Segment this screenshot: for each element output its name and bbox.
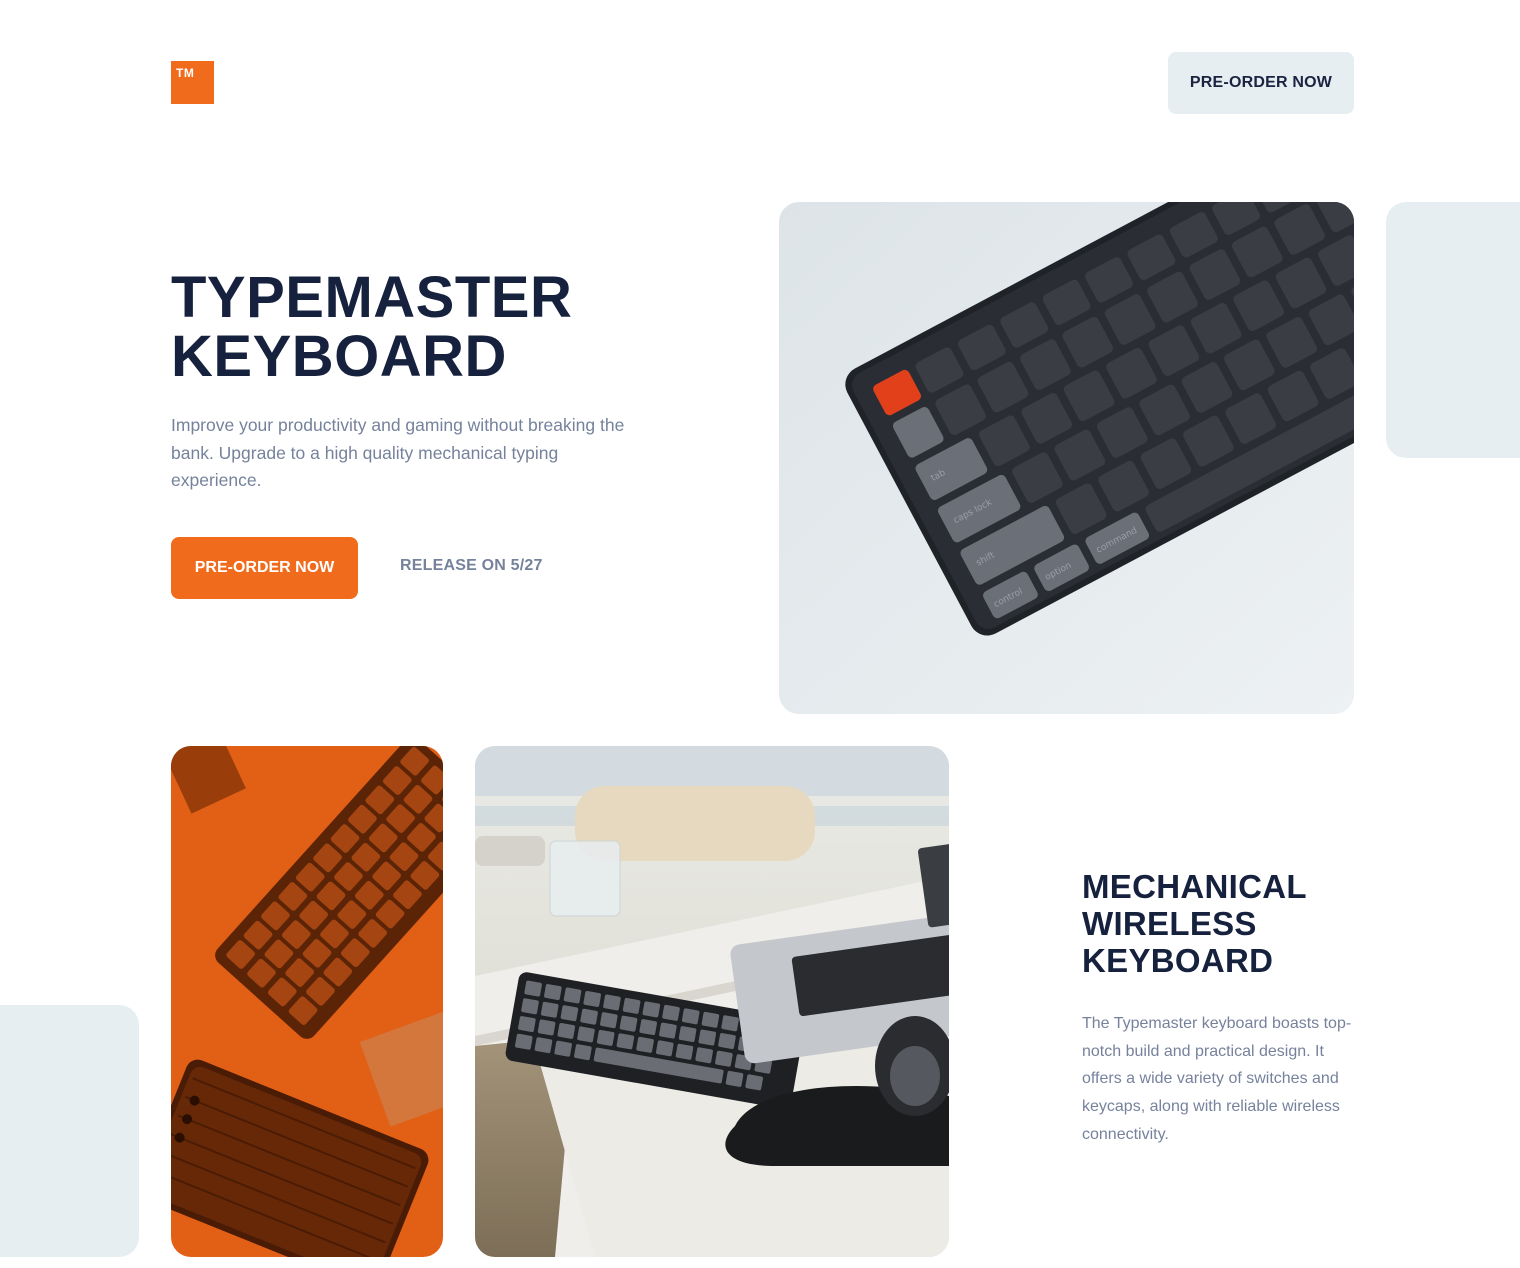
hero-preorder-button[interactable]: PRE-ORDER NOW (171, 537, 358, 599)
decorative-panel-right (1386, 202, 1520, 458)
decorative-panel-left (0, 1005, 139, 1257)
logo-text: TM (176, 66, 195, 80)
feature-title: MECHANICAL WIRELESS KEYBOARD (1082, 868, 1362, 979)
feature-title-line1: MECHANICAL (1082, 868, 1307, 905)
brand-logo[interactable]: TM (171, 61, 214, 104)
feature-title-line3: KEYBOARD (1082, 942, 1274, 979)
desk-setup-image (475, 746, 949, 1257)
header-preorder-button[interactable]: PRE-ORDER NOW (1168, 52, 1354, 114)
hero-title-line2: KEYBOARD (171, 324, 507, 389)
orange-keyboard-image (171, 746, 443, 1257)
feature-description: The Typemaster keyboard boasts top-notch… (1082, 1015, 1352, 1143)
hero-keyboard-image: shift caps lock tab control option command (779, 202, 1354, 714)
hero-title-line1: TYPEMASTER (171, 265, 573, 330)
feature-title-line2: WIRELESS (1082, 905, 1257, 942)
header-preorder-label: PRE-ORDER NOW (1189, 74, 1333, 91)
hero-description: Improve your productivity and gaming wit… (171, 415, 625, 490)
hero-title: TYPEMASTER KEYBOARD (171, 268, 711, 386)
hero-preorder-label: PRE-ORDER NOW (194, 559, 335, 576)
release-date-label: RELEASE ON 5/27 (400, 557, 543, 574)
